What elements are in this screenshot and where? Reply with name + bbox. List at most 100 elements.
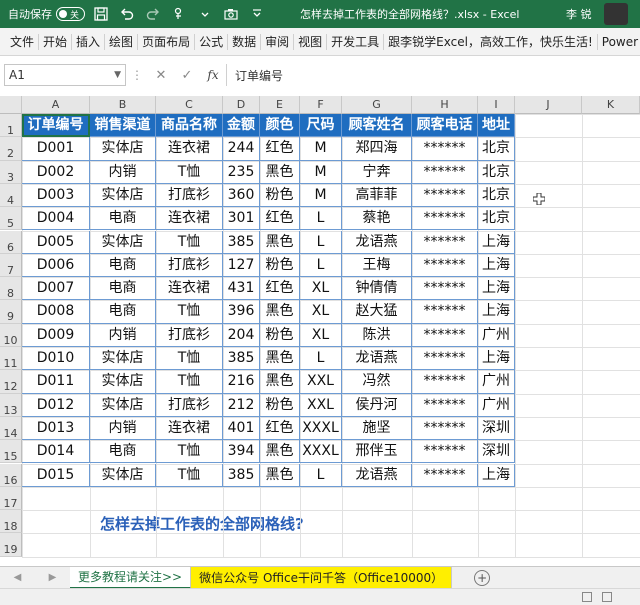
table-cell[interactable]: 北京 [478, 160, 515, 184]
table-cell[interactable]: 黑色 [260, 463, 300, 487]
user-name[interactable]: 李 锐 [566, 6, 592, 22]
table-cell[interactable]: 打底衫 [156, 323, 223, 347]
sheet-tab-0[interactable]: 更多教程请关注>> [70, 566, 192, 589]
table-cell[interactable]: T恤 [156, 347, 223, 371]
row-header-13[interactable]: 13 [0, 393, 22, 417]
prev-sheet-icon[interactable]: ◀ [14, 572, 22, 583]
table-cell[interactable]: XXL [300, 393, 342, 417]
table-cell[interactable]: 235 [223, 160, 260, 184]
column-header-E[interactable]: E [260, 96, 300, 114]
normal-view-icon[interactable] [582, 592, 592, 602]
table-cell[interactable]: ****** [412, 347, 478, 371]
menu-tab-3[interactable]: 绘图 [105, 33, 139, 50]
table-cell[interactable]: 上海 [478, 463, 515, 487]
row-header-7[interactable]: 7 [0, 253, 22, 278]
table-cell[interactable]: 212 [223, 393, 260, 417]
table-cell[interactable]: 216 [223, 370, 260, 394]
table-cell[interactable]: 北京 [478, 183, 515, 208]
table-cell[interactable]: T恤 [156, 370, 223, 394]
table-cell[interactable]: 上海 [478, 277, 515, 301]
table-cell[interactable]: ****** [412, 323, 478, 347]
row-header-3[interactable]: 3 [0, 160, 22, 184]
table-cell[interactable]: 连衣裙 [156, 277, 223, 301]
table-cell[interactable]: XL [300, 323, 342, 347]
table-cell[interactable]: D009 [22, 323, 90, 347]
enter-button[interactable]: ✓ [174, 68, 200, 83]
save-icon[interactable] [91, 4, 111, 24]
sheet-tab-1[interactable]: 微信公众号 Office干问千答（Office10000） [191, 566, 453, 589]
table-cell[interactable]: 244 [223, 137, 260, 161]
table-cell[interactable]: 电商 [90, 300, 156, 324]
table-cell[interactable]: 钟倩倩 [342, 277, 412, 301]
table-cell[interactable]: 宁奔 [342, 160, 412, 184]
table-cell[interactable]: D010 [22, 347, 90, 371]
menu-tab-11[interactable]: Power P [598, 34, 640, 50]
row-header-8[interactable]: 8 [0, 277, 22, 301]
row-header-14[interactable]: 14 [0, 416, 22, 441]
table-cell[interactable]: 上海 [478, 347, 515, 371]
table-cell[interactable]: 龙语燕 [342, 463, 412, 487]
select-all-corner[interactable] [0, 96, 22, 114]
table-cell[interactable]: 实体店 [90, 370, 156, 394]
table-cell[interactable]: 黑色 [260, 230, 300, 254]
header-cell[interactable]: 顾客姓名 [342, 114, 412, 138]
table-cell[interactable]: 蔡艳 [342, 207, 412, 231]
menu-tab-6[interactable]: 数据 [228, 33, 262, 50]
table-cell[interactable]: 黑色 [260, 370, 300, 394]
table-cell[interactable]: 侯丹河 [342, 393, 412, 417]
table-cell[interactable]: 粉色 [260, 253, 300, 278]
table-cell[interactable]: 邢伴玉 [342, 440, 412, 464]
formula-input[interactable]: 订单编号 [226, 64, 640, 86]
table-cell[interactable]: D002 [22, 160, 90, 184]
table-cell[interactable]: 广州 [478, 370, 515, 394]
table-cell[interactable]: L [300, 230, 342, 254]
row-header-4[interactable]: 4 [0, 183, 22, 208]
table-cell[interactable]: 深圳 [478, 440, 515, 464]
autosave-toggle[interactable]: 关 [56, 7, 86, 21]
table-cell[interactable]: 高菲菲 [342, 183, 412, 208]
table-cell[interactable]: 王梅 [342, 253, 412, 278]
table-cell[interactable]: 301 [223, 207, 260, 231]
table-cell[interactable]: D012 [22, 393, 90, 417]
column-header-G[interactable]: G [342, 96, 412, 114]
menu-tab-9[interactable]: 开发工具 [327, 33, 385, 50]
row-header-16[interactable]: 16 [0, 463, 22, 487]
table-cell[interactable]: 实体店 [90, 183, 156, 208]
touch-mode-icon[interactable] [169, 4, 189, 24]
table-cell[interactable]: 内销 [90, 160, 156, 184]
row-header-6[interactable]: 6 [0, 230, 22, 254]
table-cell[interactable]: 粉色 [260, 183, 300, 208]
table-cell[interactable]: 黑色 [260, 300, 300, 324]
table-cell[interactable]: D014 [22, 440, 90, 464]
page-layout-icon[interactable] [602, 592, 612, 602]
table-cell[interactable]: 电商 [90, 253, 156, 278]
redo-icon[interactable] [143, 4, 163, 24]
table-cell[interactable]: 连衣裙 [156, 207, 223, 231]
table-cell[interactable]: 实体店 [90, 230, 156, 254]
table-cell[interactable]: ****** [412, 160, 478, 184]
table-cell[interactable]: 黑色 [260, 440, 300, 464]
table-cell[interactable]: 394 [223, 440, 260, 464]
table-cell[interactable]: 龙语燕 [342, 230, 412, 254]
header-cell[interactable]: 颜色 [260, 114, 300, 138]
table-cell[interactable]: M [300, 160, 342, 184]
row-header-11[interactable]: 11 [0, 347, 22, 371]
table-cell[interactable]: D007 [22, 277, 90, 301]
table-cell[interactable]: T恤 [156, 160, 223, 184]
table-cell[interactable]: L [300, 347, 342, 371]
table-cell[interactable]: ****** [412, 440, 478, 464]
avatar[interactable] [604, 3, 628, 25]
table-cell[interactable]: 北京 [478, 207, 515, 231]
header-cell[interactable]: 商品名称 [156, 114, 223, 138]
row-header-1[interactable]: 1 [0, 114, 22, 138]
table-cell[interactable]: D013 [22, 416, 90, 441]
header-cell[interactable]: 顾客电话 [412, 114, 478, 138]
table-cell[interactable]: 360 [223, 183, 260, 208]
table-cell[interactable]: ****** [412, 207, 478, 231]
table-cell[interactable]: 396 [223, 300, 260, 324]
table-cell[interactable]: 赵大猛 [342, 300, 412, 324]
row-header-18[interactable]: 18 [0, 510, 22, 534]
column-header-A[interactable]: A [22, 96, 90, 114]
table-cell[interactable]: ****** [412, 416, 478, 441]
column-header-D[interactable]: D [223, 96, 260, 114]
